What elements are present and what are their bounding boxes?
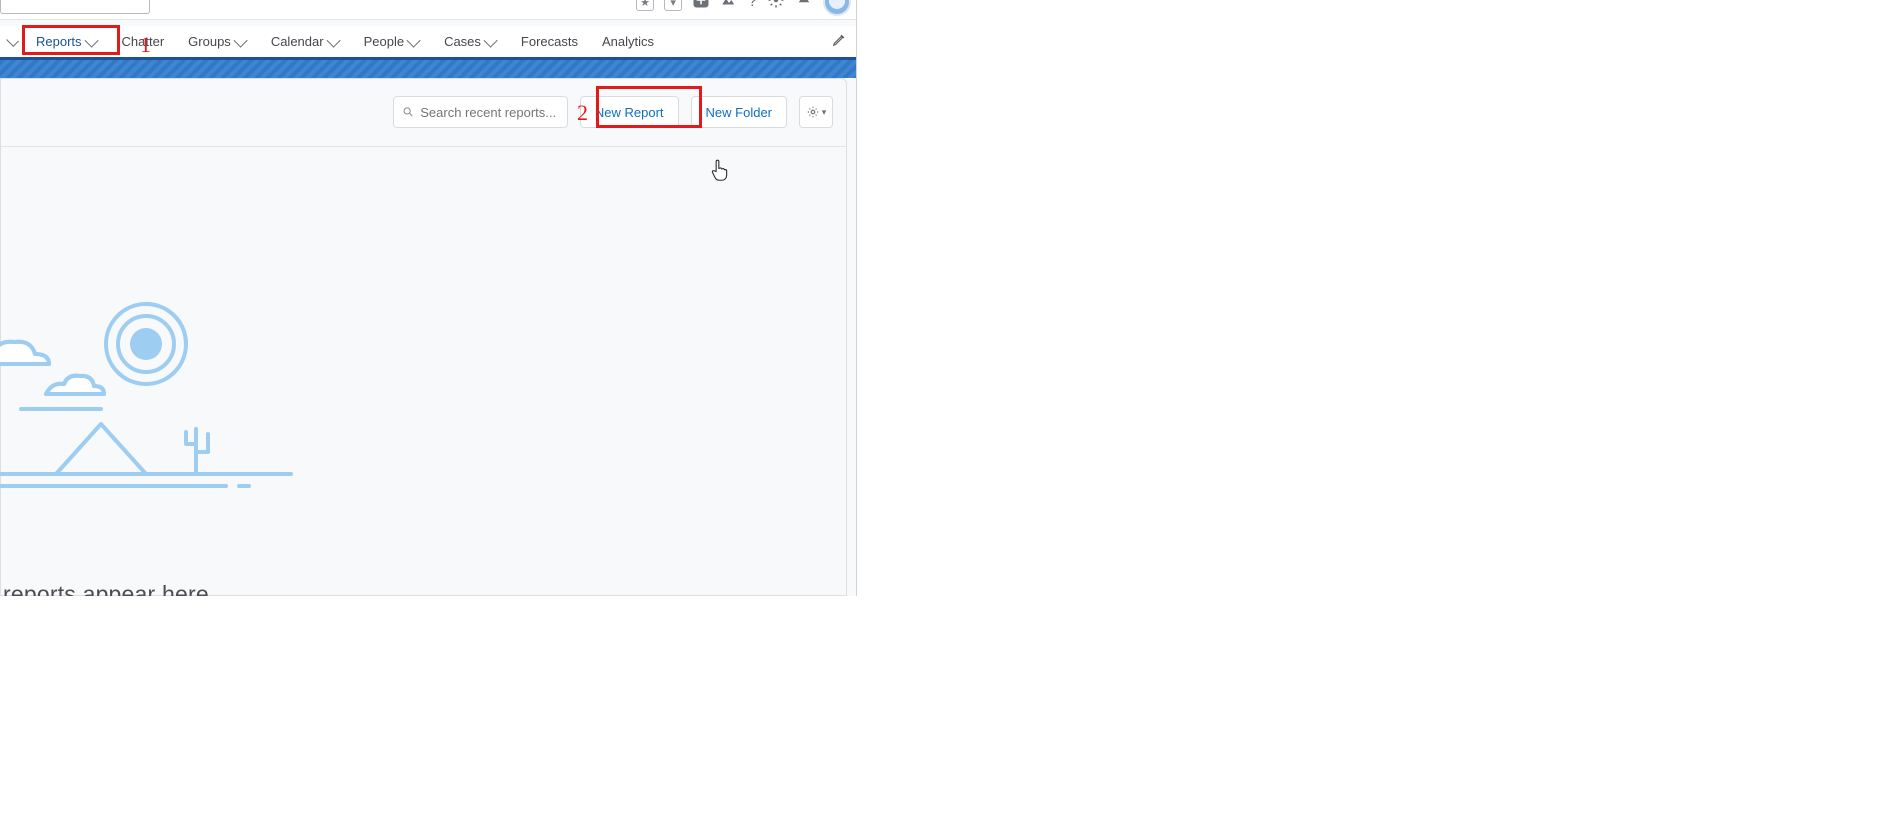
chevron-down-icon xyxy=(483,33,497,47)
setup-gear-icon[interactable] xyxy=(767,0,785,14)
nav-tab-label: Cases xyxy=(444,34,481,49)
search-reports-input[interactable] xyxy=(393,96,568,128)
reports-panel: New Report New Folder ▾ xyxy=(0,78,847,596)
divider xyxy=(1,146,846,147)
reports-settings-button[interactable]: ▾ xyxy=(799,96,833,128)
trailhead-icon[interactable] xyxy=(720,0,738,14)
brand-band xyxy=(0,60,857,78)
notifications-bell-icon[interactable] xyxy=(795,0,813,14)
new-folder-button[interactable]: New Folder xyxy=(691,96,787,128)
chevron-down-icon xyxy=(407,33,421,47)
nav-tab-reports[interactable]: Reports xyxy=(24,25,110,59)
edit-nav-icon[interactable] xyxy=(832,33,846,52)
chevron-down-icon xyxy=(6,34,19,47)
nav-tab-chatter[interactable]: Chatter xyxy=(110,25,177,59)
nav-tab-cases[interactable]: Cases xyxy=(432,25,509,59)
nav-tab-label: Forecasts xyxy=(521,34,578,49)
nav-tab-calendar[interactable]: Calendar xyxy=(259,25,352,59)
nav-tab-label: Chatter xyxy=(122,34,165,49)
nav-tab-people[interactable]: People xyxy=(352,25,432,59)
nav-tab-label: Reports xyxy=(36,34,82,49)
new-report-button[interactable]: New Report xyxy=(580,96,679,128)
app-nav: Reports Chatter Groups Calendar People C… xyxy=(0,26,857,60)
help-icon[interactable]: ? xyxy=(748,0,757,11)
global-header: ★ ▾ ? xyxy=(0,0,857,20)
search-reports-field[interactable] xyxy=(420,105,559,120)
nav-tab-forecasts[interactable]: Forecasts xyxy=(509,25,590,59)
favorites-star-icon[interactable]: ★ xyxy=(636,0,654,11)
empty-state-text: reports appear here xyxy=(3,581,209,596)
nav-tab-label: Calendar xyxy=(271,34,324,49)
nav-tab-groups[interactable]: Groups xyxy=(176,25,259,59)
chevron-down-icon: ▾ xyxy=(822,107,827,118)
user-avatar-icon[interactable] xyxy=(823,0,851,16)
empty-state-illustration xyxy=(0,294,311,504)
global-search-input[interactable] xyxy=(0,0,150,14)
chevron-down-icon xyxy=(233,33,247,47)
favorites-dropdown-icon[interactable]: ▾ xyxy=(664,0,682,11)
nav-tab-analytics[interactable]: Analytics xyxy=(590,25,666,59)
nav-tab-label: People xyxy=(364,34,404,49)
nav-tab-label: Analytics xyxy=(602,34,654,49)
nav-tab-label: Groups xyxy=(188,34,231,49)
nav-overflow-left[interactable] xyxy=(4,25,24,59)
global-add-icon[interactable] xyxy=(692,0,710,14)
chevron-down-icon xyxy=(326,33,340,47)
new-report-label: New Report xyxy=(595,105,664,120)
gear-icon xyxy=(806,105,820,119)
search-icon xyxy=(402,105,414,119)
new-folder-label: New Folder xyxy=(706,105,772,120)
chevron-down-icon xyxy=(84,33,98,47)
